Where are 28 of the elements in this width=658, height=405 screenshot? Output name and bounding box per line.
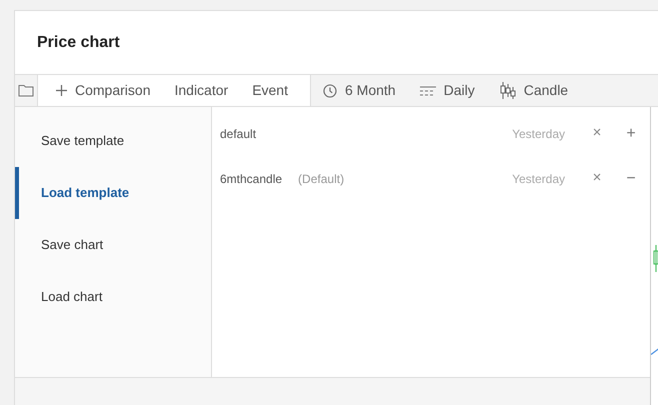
toolbar-button[interactable]: Candle [486, 75, 580, 106]
toolbar-button[interactable]: 6 Month [311, 75, 408, 106]
sidebar-item[interactable]: Save chart [15, 219, 211, 271]
template-row[interactable]: default Yesterday × + [212, 111, 650, 156]
toolbar-button[interactable]: Indicator [162, 75, 240, 106]
dashed-lines-icon [420, 84, 436, 96]
toolbar-button[interactable]: Comparison [44, 75, 162, 106]
sidebar-item[interactable]: Load chart [15, 271, 211, 323]
line-drawing [651, 348, 658, 355]
template-name: default [220, 126, 256, 142]
delete-button[interactable]: × [590, 122, 604, 145]
sidebar-item[interactable]: Save template [15, 115, 211, 167]
panel-title: Price chart [37, 32, 120, 52]
sidebar-item[interactable]: Load template [15, 167, 211, 219]
template-name: 6mthcandle [220, 170, 282, 188]
date-text: Yesterday [512, 126, 565, 142]
default-label: (Default) [298, 170, 344, 188]
date-text: Yesterday [512, 170, 565, 188]
template-row[interactable]: 6mthcandle (Default) Yesterday × − [212, 156, 650, 201]
add-button[interactable]: + [624, 122, 638, 146]
candlestick-icon [498, 82, 516, 99]
clock-icon [323, 84, 337, 98]
plus-icon [56, 85, 67, 96]
delete-button[interactable]: × [590, 167, 604, 190]
folder-icon[interactable] [18, 84, 34, 97]
toolbar-button[interactable]: Daily [408, 75, 487, 106]
toolbar-button[interactable]: Event [240, 75, 300, 106]
remove-button[interactable]: − [624, 166, 638, 190]
